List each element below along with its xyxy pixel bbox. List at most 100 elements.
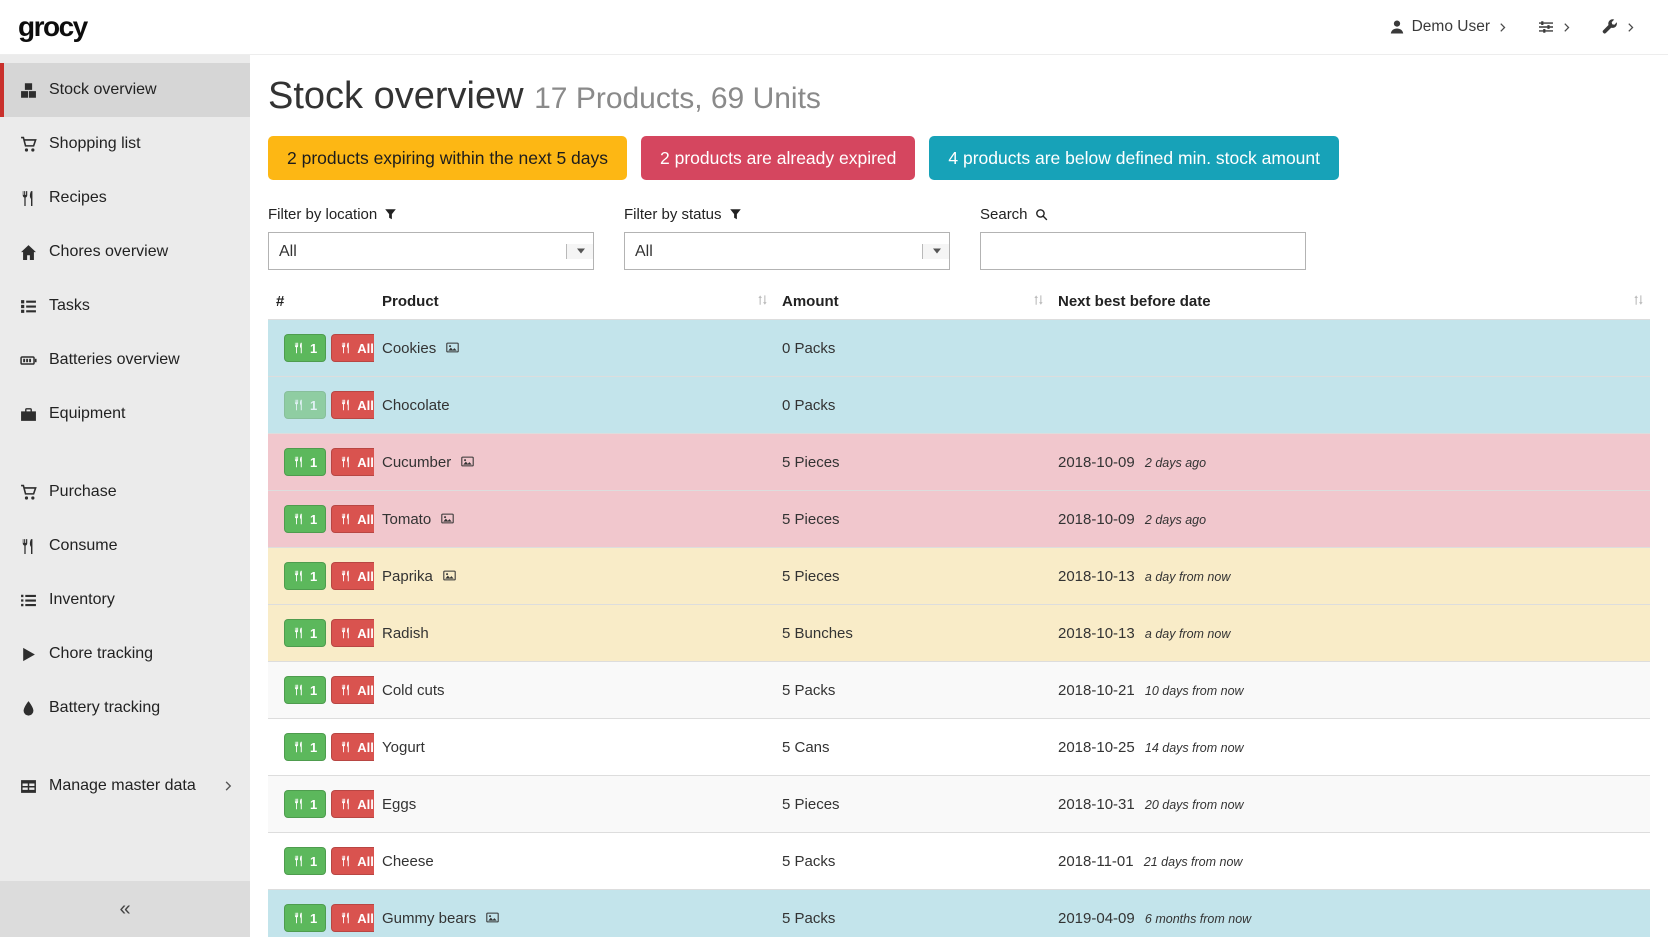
amount-cell: 5 Bunches [774,605,1050,662]
amount-cell: 5 Pieces [774,548,1050,605]
alert-expired[interactable]: 2 products are already expired [641,136,915,180]
amount-cell: 0 Packs [774,377,1050,434]
user-menu[interactable]: Demo User [1379,12,1518,42]
best-before-date: 2018-10-13 [1058,568,1135,585]
sidebar-item-chores-overview[interactable]: Chores overview [0,225,250,279]
amount-cell: 5 Packs [774,662,1050,719]
search-group: Search [980,206,1306,270]
consume-all-button[interactable]: All [331,391,374,419]
settings-menu[interactable] [1528,13,1582,41]
alert-expiring[interactable]: 2 products expiring within the next 5 da… [268,136,627,180]
best-before-date: 2018-10-21 [1058,682,1135,699]
best-before-cell: 2018-10-13 a day from now [1050,605,1650,662]
amount-cell: 0 Packs [774,320,1050,377]
row-actions-cell: 1 All [268,548,374,605]
best-before-date: 2019-04-09 [1058,910,1135,927]
best-before-relative: 20 days from now [1145,798,1244,812]
admin-menu[interactable] [1592,13,1646,41]
consume-all-button[interactable]: All [331,505,374,533]
sidebar-item-equipment[interactable]: Equipment [0,387,250,441]
row-actions-cell: 1 All [268,890,374,937]
alerts-row: 2 products expiring within the next 5 da… [268,136,1650,180]
sidebar-item-batteries-overview[interactable]: Batteries overview [0,333,250,387]
consume-one-button[interactable]: 1 [284,334,326,362]
consume-all-button[interactable]: All [331,334,374,362]
product-name: Cold cuts [382,682,445,699]
best-before-cell: 2018-11-01 21 days from now [1050,833,1650,890]
best-before-date: 2018-11-01 [1058,853,1134,870]
consume-all-button[interactable]: All [331,847,374,875]
home-icon [20,244,37,261]
amount-cell: 5 Pieces [774,491,1050,548]
sidebar-item-manage-master-data[interactable]: Manage master data [0,759,250,813]
utensils-icon [293,912,305,924]
sidebar-item-recipes[interactable]: Recipes [0,171,250,225]
consume-all-button[interactable]: All [331,676,374,704]
top-navbar: grocy Demo User [0,0,1668,55]
best-before-date: 2018-10-31 [1058,796,1135,813]
utensils-icon [293,456,305,468]
best-before-cell [1050,320,1650,377]
sidebar-item-consume[interactable]: Consume [0,519,250,573]
sidebar-collapse-button[interactable]: « [0,881,250,937]
row-actions-cell: 1 All [268,605,374,662]
amount-cell: 5 Packs [774,833,1050,890]
row-actions-cell: 1 All [268,320,374,377]
product-name: Chocolate [382,397,450,414]
consume-one-button[interactable]: 1 [284,505,326,533]
consume-one-button[interactable]: 1 [284,448,326,476]
search-input[interactable] [980,232,1306,270]
consume-all-button[interactable]: All [331,790,374,818]
location-filter: Filter by location All [268,206,594,270]
consume-all-button[interactable]: All [331,448,374,476]
sidebar-item-inventory[interactable]: Inventory [0,573,250,627]
consume-one-button[interactable]: 1 [284,904,326,932]
product-name: Cookies [382,340,436,357]
sidebar-item-battery-tracking[interactable]: Battery tracking [0,681,250,735]
consume-one-button[interactable]: 1 [284,391,326,419]
sidebar-item-shopping-list[interactable]: Shopping list [0,117,250,171]
column-header-date[interactable]: Next best before date [1050,284,1650,320]
stock-row-tomato: 1 All Tomato 5 Pieces 2018-10-09 2 days … [268,491,1650,548]
wrench-icon [1602,19,1618,35]
row-actions-cell: 1 All [268,377,374,434]
play-icon [20,646,37,663]
consume-all-button[interactable]: All [331,904,374,932]
product-name: Eggs [382,796,416,813]
consume-one-button[interactable]: 1 [284,562,326,590]
utensils-icon [293,513,305,525]
row-actions-cell: 1 All [268,662,374,719]
column-header-amount[interactable]: Amount [774,284,1050,320]
product-cell: Yogurt [374,719,774,776]
utensils-icon [340,342,352,354]
utensils-icon [340,912,352,924]
consume-one-button[interactable]: 1 [284,790,326,818]
amount-cell: 5 Cans [774,719,1050,776]
consume-one-button[interactable]: 1 [284,676,326,704]
sidebar-item-chore-tracking[interactable]: Chore tracking [0,627,250,681]
product-cell: Chocolate [374,377,774,434]
row-actions-cell: 1 All [268,776,374,833]
consume-one-button[interactable]: 1 [284,733,326,761]
chevron-right-icon [1625,22,1636,33]
location-select[interactable]: All [268,232,594,270]
sidebar-item-tasks[interactable]: Tasks [0,279,250,333]
alert-below-min[interactable]: 4 products are below defined min. stock … [929,136,1339,180]
sidebar-item-stock-overview[interactable]: Stock overview [0,63,250,117]
product-cell: Tomato [374,491,774,548]
sliders-icon [1538,19,1554,35]
stock-row-cookies: 1 All Cookies 0 Packs [268,320,1650,377]
status-select[interactable]: All [624,232,950,270]
consume-all-button[interactable]: All [331,733,374,761]
table-icon [20,778,37,795]
consume-one-button[interactable]: 1 [284,847,326,875]
column-header-product[interactable]: Product [374,284,774,320]
chevron-right-icon [222,780,234,792]
consume-all-button[interactable]: All [331,562,374,590]
consume-one-button[interactable]: 1 [284,619,326,647]
consume-all-button[interactable]: All [331,619,374,647]
best-before-cell [1050,377,1650,434]
table-header-row: # Product Amount Next best before date [268,284,1650,320]
stock-row-radish: 1 All Radish 5 Bunches 2018-10-13 a day … [268,605,1650,662]
sidebar-item-purchase[interactable]: Purchase [0,465,250,519]
